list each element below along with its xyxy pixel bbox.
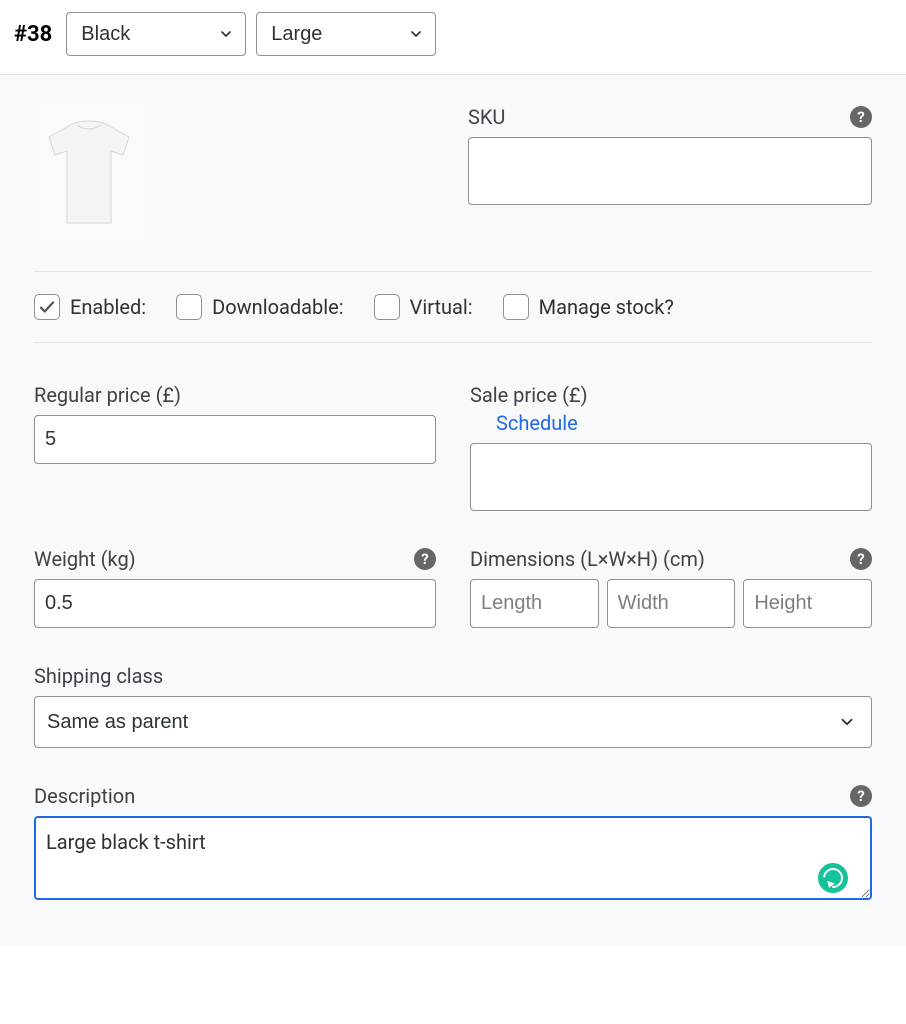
variation-panel: SKU ? Enabled: Downloadable: xyxy=(0,75,906,945)
sale-price-label: Sale price (£) xyxy=(470,383,588,407)
enabled-label: Enabled: xyxy=(70,295,146,319)
shipping-class-label: Shipping class xyxy=(34,664,872,688)
help-icon[interactable]: ? xyxy=(414,548,436,570)
variation-header: #38 Black Large xyxy=(0,0,906,75)
shipping-class-select[interactable]: Same as parent xyxy=(34,696,872,748)
help-icon[interactable]: ? xyxy=(850,548,872,570)
downloadable-label: Downloadable: xyxy=(212,295,343,319)
sale-price-input[interactable] xyxy=(470,443,872,511)
manage-stock-label: Manage stock? xyxy=(539,295,674,319)
variation-image[interactable] xyxy=(34,105,144,243)
manage-stock-checkbox[interactable] xyxy=(503,294,529,320)
sku-input[interactable] xyxy=(468,137,872,205)
width-input[interactable] xyxy=(607,579,736,628)
virtual-checkbox[interactable] xyxy=(374,294,400,320)
grammarly-icon[interactable] xyxy=(818,863,848,893)
sku-label: SKU xyxy=(468,105,505,129)
description-textarea[interactable]: Large black t-shirt xyxy=(34,816,872,900)
schedule-link[interactable]: Schedule xyxy=(496,411,578,435)
dimensions-label: Dimensions (L×W×H) (cm) xyxy=(470,547,705,571)
help-icon[interactable]: ? xyxy=(850,106,872,128)
attribute-size-select[interactable]: Large xyxy=(256,12,436,56)
tshirt-icon xyxy=(45,119,133,229)
help-icon[interactable]: ? xyxy=(850,785,872,807)
attribute-size-select-wrap: Large xyxy=(256,12,436,56)
variation-id: #38 xyxy=(14,22,52,47)
weight-label: Weight (kg) xyxy=(34,547,136,571)
downloadable-checkbox[interactable] xyxy=(176,294,202,320)
attribute-color-select-wrap: Black xyxy=(66,12,246,56)
attribute-color-select[interactable]: Black xyxy=(66,12,246,56)
manage-stock-checkbox-wrap[interactable]: Manage stock? xyxy=(503,294,674,320)
weight-input[interactable] xyxy=(34,579,436,628)
virtual-checkbox-wrap[interactable]: Virtual: xyxy=(374,294,473,320)
regular-price-input[interactable] xyxy=(34,415,436,464)
regular-price-label: Regular price (£) xyxy=(34,383,436,407)
height-input[interactable] xyxy=(743,579,872,628)
virtual-label: Virtual: xyxy=(410,295,473,319)
length-input[interactable] xyxy=(470,579,599,628)
enabled-checkbox-wrap[interactable]: Enabled: xyxy=(34,294,146,320)
enabled-checkbox[interactable] xyxy=(34,294,60,320)
description-label: Description xyxy=(34,784,135,808)
options-row: Enabled: Downloadable: Virtual: Manage s… xyxy=(34,271,872,343)
downloadable-checkbox-wrap[interactable]: Downloadable: xyxy=(176,294,343,320)
